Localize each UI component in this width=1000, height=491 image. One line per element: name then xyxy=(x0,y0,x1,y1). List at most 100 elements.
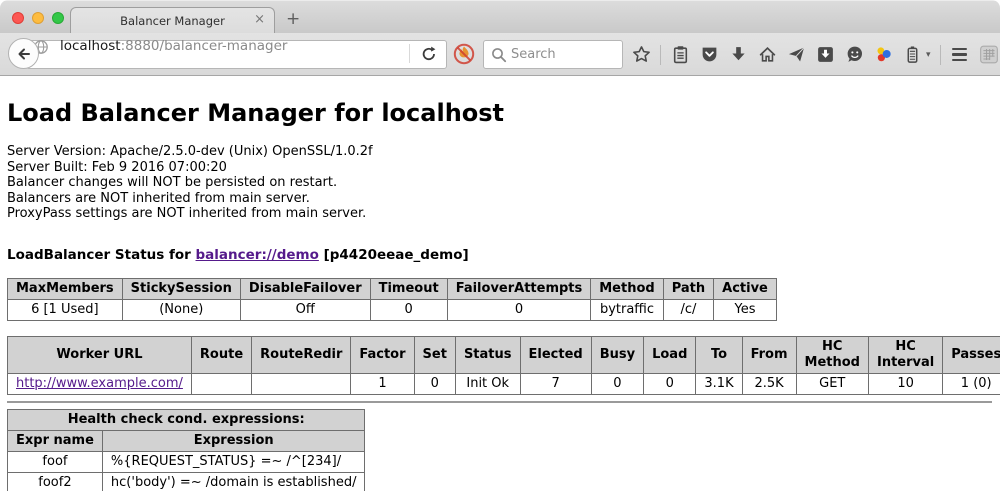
toolbar-icons: ▾ xyxy=(631,33,999,76)
col-factor: Factor xyxy=(351,336,414,373)
tab-balancer-manager[interactable]: Balancer Manager × xyxy=(70,7,275,34)
search-icon xyxy=(490,46,508,64)
worker-url-link[interactable]: http://www.example.com/ xyxy=(16,376,183,391)
emoji-extension-button[interactable] xyxy=(844,45,864,65)
cell-worker-url: http://www.example.com/ xyxy=(8,373,192,394)
col-set: Set xyxy=(414,336,455,373)
col-hc-method: HC Method xyxy=(796,336,868,373)
cell-expression: hc('body') =~ /domain is established/ xyxy=(102,472,365,491)
worker-table: Worker URL Route RouteRedir Factor Set S… xyxy=(7,336,1000,395)
navigation-toolbar: localhost:8880/balancer-manager xyxy=(0,33,1000,76)
cell-maxmembers: 6 [1 Used] xyxy=(8,299,123,320)
colorful-extension-button[interactable] xyxy=(873,45,893,65)
loadbalancer-status-heading: LoadBalancer Status for balancer://demo … xyxy=(7,247,992,263)
grid-extension-button[interactable] xyxy=(979,45,999,65)
col-timeout: Timeout xyxy=(370,278,447,299)
square-download-icon xyxy=(816,45,835,64)
cell-load: 0 xyxy=(644,373,696,394)
minimize-window-button[interactable] xyxy=(32,12,44,24)
cell-expression: %{REQUEST_STATUS} =~ /^[234]/ xyxy=(102,451,365,472)
cell-status: Init Ok xyxy=(455,373,520,394)
home-button[interactable] xyxy=(757,45,777,65)
table-title-row: Health check cond. expressions: xyxy=(8,409,365,430)
persist-notice-line: Balancer changes will NOT be persisted o… xyxy=(7,175,992,191)
col-stickysession: StickySession xyxy=(122,278,240,299)
back-button[interactable] xyxy=(8,38,39,69)
zoom-window-button[interactable] xyxy=(52,12,64,24)
cell-timeout: 0 xyxy=(370,299,447,320)
divider xyxy=(7,401,992,403)
close-window-button[interactable] xyxy=(12,12,24,24)
cell-hc-method: GET xyxy=(796,373,868,394)
cell-set: 0 xyxy=(414,373,455,394)
proxypass-notice-line: ProxyPass settings are NOT inherited fro… xyxy=(7,206,992,222)
cell-elected: 7 xyxy=(520,373,591,394)
table-row: foof %{REQUEST_STATUS} =~ /^[234]/ xyxy=(8,451,365,472)
col-from: From xyxy=(742,336,796,373)
col-expression: Expression xyxy=(102,430,365,451)
urlbar-divider xyxy=(409,44,410,63)
search-bar[interactable] xyxy=(483,40,623,69)
server-built-line: Server Built: Feb 9 2016 07:00:20 xyxy=(7,160,992,176)
page-title: Load Balancer Manager for localhost xyxy=(7,99,992,127)
col-passes: Passes xyxy=(943,336,1000,373)
toolbar-separator xyxy=(940,45,941,65)
col-maxmembers: MaxMembers xyxy=(8,278,123,299)
cell-disablefailover: Off xyxy=(240,299,370,320)
table-row: foof2 hc('body') =~ /domain is establish… xyxy=(8,472,365,491)
health-check-table: Health check cond. expressions: Expr nam… xyxy=(7,409,365,491)
send-tab-button[interactable] xyxy=(786,45,806,65)
bookmarks-menu-button[interactable] xyxy=(670,45,690,65)
search-input[interactable] xyxy=(511,42,619,67)
col-disablefailover: DisableFailover xyxy=(240,278,370,299)
col-path: Path xyxy=(663,278,713,299)
table-header-row: MaxMembers StickySession DisableFailover… xyxy=(8,278,777,299)
tab-close-icon[interactable]: × xyxy=(254,13,265,27)
bookmark-star-button[interactable] xyxy=(631,45,651,65)
balancer-demo-link[interactable]: balancer://demo xyxy=(196,247,319,263)
smiley-balloon-icon xyxy=(845,45,864,64)
paper-plane-icon xyxy=(787,45,806,64)
menu-button[interactable] xyxy=(950,45,970,65)
new-tab-button[interactable]: + xyxy=(286,9,300,29)
battery-icon xyxy=(903,45,922,64)
cell-routeredir xyxy=(252,373,351,394)
col-active: Active xyxy=(714,278,777,299)
battery-extension-button[interactable] xyxy=(902,45,922,65)
table-row: 6 [1 Used] (None) Off 0 0 bytraffic /c/ … xyxy=(8,299,777,320)
col-failoverattempts: FailoverAttempts xyxy=(447,278,591,299)
col-routeredir: RouteRedir xyxy=(252,336,351,373)
cell-expr-name: foof xyxy=(8,451,103,472)
table-header-row: Expr name Expression xyxy=(8,430,365,451)
status-heading-prefix: LoadBalancer Status for xyxy=(7,247,196,263)
plugin-blocked-icon[interactable] xyxy=(452,42,476,66)
status-heading-suffix: [p4420eeae_demo] xyxy=(319,247,469,263)
downloads-button[interactable] xyxy=(728,45,748,65)
grid-icon xyxy=(979,44,999,65)
col-to: To xyxy=(696,336,742,373)
extension-download-button[interactable] xyxy=(815,45,835,65)
home-icon xyxy=(758,45,777,64)
cell-busy: 0 xyxy=(591,373,643,394)
toolbar-separator xyxy=(660,45,661,65)
traffic-lights xyxy=(12,12,64,24)
pocket-icon xyxy=(700,45,719,64)
download-arrow-icon xyxy=(729,45,748,64)
balancer-settings-table: MaxMembers StickySession DisableFailover… xyxy=(7,278,777,321)
pocket-button[interactable] xyxy=(699,45,719,65)
chevron-down-icon[interactable]: ▾ xyxy=(926,50,931,60)
cell-method: bytraffic xyxy=(591,299,663,320)
col-load: Load xyxy=(644,336,696,373)
cell-active: Yes xyxy=(714,299,777,320)
tab-title: Balancer Manager xyxy=(120,14,225,28)
col-busy: Busy xyxy=(591,336,643,373)
col-worker-url: Worker URL xyxy=(8,336,192,373)
reload-icon[interactable] xyxy=(419,44,439,64)
back-arrow-icon xyxy=(15,45,33,63)
table-header-row: Worker URL Route RouteRedir Factor Set S… xyxy=(8,336,1000,373)
star-icon xyxy=(632,45,651,64)
colored-dots-icon xyxy=(874,45,893,64)
cell-path: /c/ xyxy=(663,299,713,320)
clipboard-icon xyxy=(671,45,690,64)
cell-to: 3.1K xyxy=(696,373,742,394)
